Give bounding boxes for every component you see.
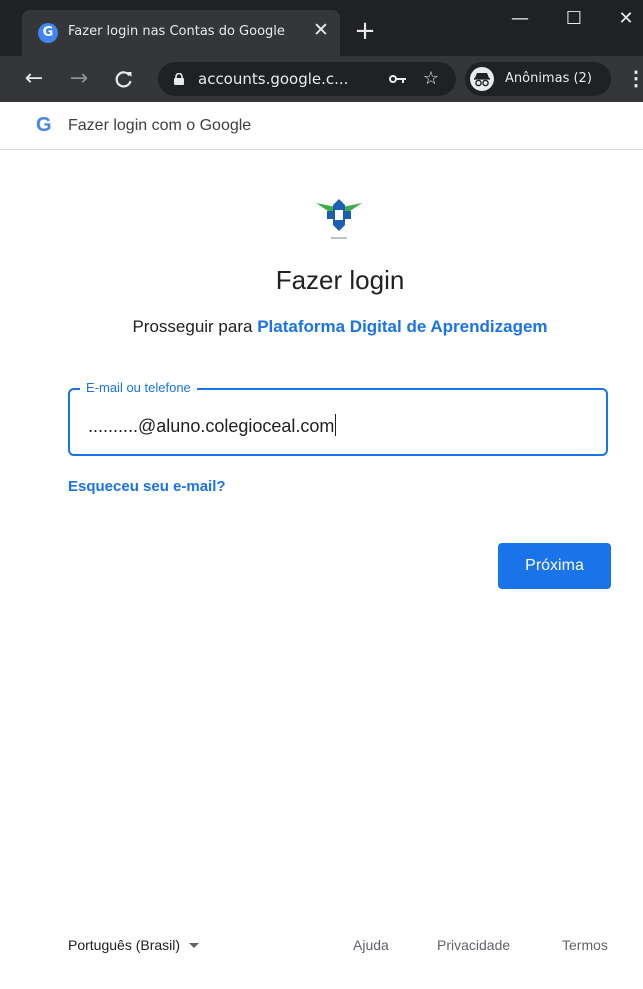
incognito-badge[interactable]: Anônimas (2) [465,62,611,96]
page-subtitle: Prosseguir para Plataforma Digital de Ap… [0,317,643,337]
language-label: Português (Brasil) [68,937,181,953]
page-title: Fazer login [275,265,405,295]
tab-title: Fazer login nas Contas do Google [68,24,285,39]
help-link[interactable]: Ajuda [353,937,389,953]
next-button[interactable]: Próxima [498,543,611,589]
email-field-label: E-mail ou telefone [80,380,197,395]
incognito-icon [470,67,494,91]
lock-icon [174,73,184,85]
google-favicon-icon: G [38,23,58,43]
subtitle-prefix: Prosseguir para [132,317,253,336]
infobar-text: Fazer login com o Google [68,117,252,134]
new-tab-icon[interactable]: + [351,17,379,45]
ceal-school-logo [316,199,362,239]
email-input-value[interactable]: ..........@aluno.colegioceal.com [88,414,337,437]
forward-arrow-icon[interactable]: → [65,65,93,93]
url-text: accounts.google.c... [198,70,349,88]
google-g-icon: G [36,114,52,136]
key-icon[interactable] [388,70,408,88]
back-arrow-icon[interactable]: ← [20,65,48,93]
dropdown-arrow-icon [189,943,200,948]
incognito-label: Anônimas (2) [505,71,592,86]
browser-toolbar: ← → accounts.google.c... ☆ Anônimas (2) … [0,56,643,102]
bookmark-star-icon[interactable]: ☆ [421,69,441,89]
email-value-text: ..........@aluno.colegioceal.com [88,416,335,436]
app-name-link[interactable]: Plataforma Digital de Aprendizagem [257,317,547,336]
tab-strip: G Fazer login nas Contas do Google ✕ + —… [0,0,643,56]
close-window-button[interactable]: ✕ [604,4,643,34]
privacy-link[interactable]: Privacidade [437,937,510,953]
text-caret [335,414,337,436]
signin-infobar: G Fazer login com o Google [0,102,643,150]
browser-menu-icon[interactable]: ⋮ [626,66,643,92]
browser-tab[interactable]: G Fazer login nas Contas do Google ✕ [22,10,340,56]
terms-link[interactable]: Termos [562,937,608,953]
address-bar[interactable]: accounts.google.c... ☆ [158,62,456,96]
maximize-window-button[interactable]: ☐ [552,4,596,34]
tab-close-icon[interactable]: ✕ [309,19,333,43]
forgot-email-link[interactable]: Esqueceu seu e-mail? [68,478,226,495]
reload-icon[interactable] [110,65,138,93]
language-selector[interactable]: Português (Brasil) [68,937,200,953]
minimize-window-button[interactable]: — [498,4,542,34]
